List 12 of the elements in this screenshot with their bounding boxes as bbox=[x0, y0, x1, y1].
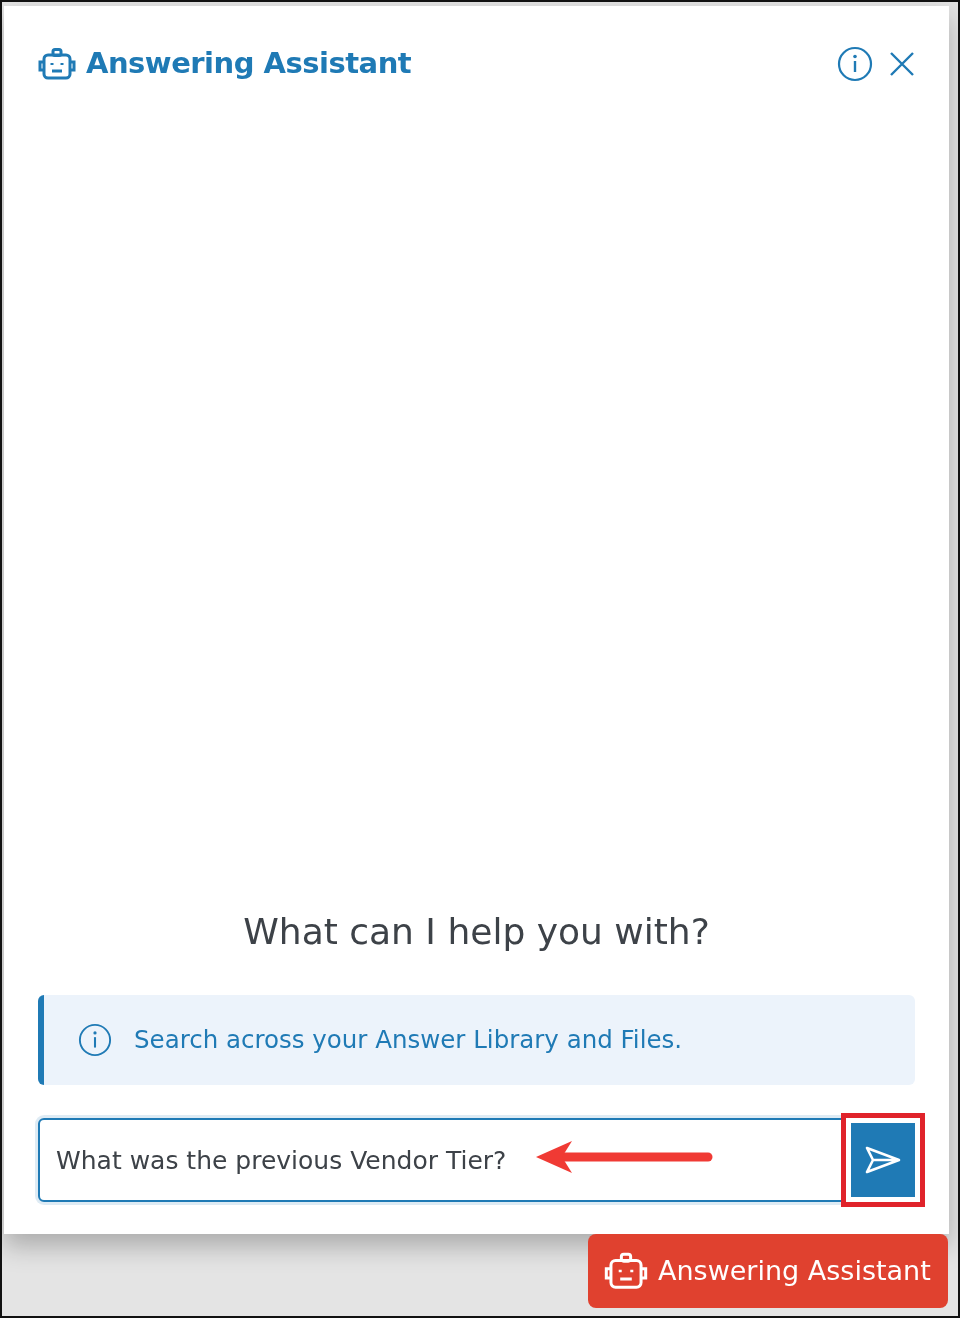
robot-icon bbox=[38, 48, 76, 80]
robot-icon bbox=[604, 1252, 648, 1290]
assistant-launcher-button[interactable]: Answering Assistant bbox=[588, 1234, 948, 1308]
send-button[interactable] bbox=[851, 1123, 915, 1197]
send-icon bbox=[864, 1145, 902, 1175]
info-icon[interactable] bbox=[837, 46, 873, 82]
info-icon bbox=[78, 1023, 112, 1057]
prompt-heading: What can I help you with? bbox=[243, 911, 710, 952]
close-icon[interactable] bbox=[889, 51, 915, 77]
info-text: Search across your Answer Library and Files. bbox=[134, 1023, 683, 1056]
question-field[interactable]: What was the previous Vendor Tier? bbox=[38, 1118, 843, 1202]
panel-title: Answering Assistant bbox=[86, 45, 412, 83]
